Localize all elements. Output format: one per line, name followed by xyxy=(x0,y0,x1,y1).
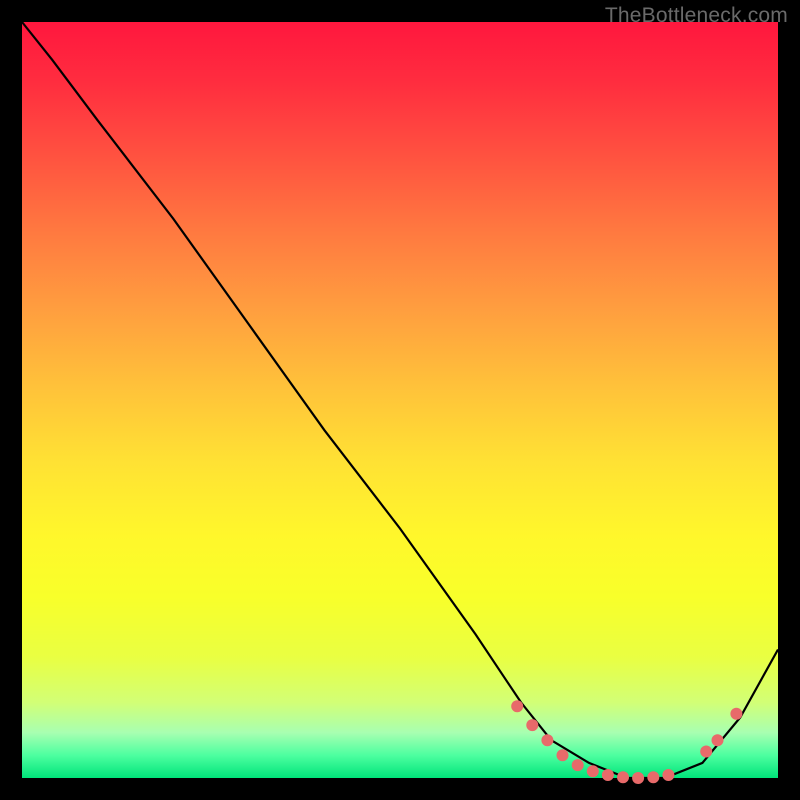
chart-frame: TheBottleneck.com xyxy=(0,0,800,800)
marker-dot xyxy=(526,719,538,731)
marker-dot xyxy=(511,700,523,712)
curve-line xyxy=(22,22,778,778)
gradient-plot-background xyxy=(22,22,778,778)
marker-dot xyxy=(557,749,569,761)
marker-dot xyxy=(602,769,614,781)
marker-dot xyxy=(662,769,674,781)
marker-dot xyxy=(632,772,644,784)
marker-dot xyxy=(700,746,712,758)
bottleneck-curve xyxy=(22,22,778,778)
optimal-range-markers xyxy=(511,700,742,784)
marker-dot xyxy=(541,734,553,746)
marker-dot xyxy=(712,734,724,746)
marker-dot xyxy=(587,765,599,777)
marker-dot xyxy=(647,771,659,783)
marker-dot xyxy=(617,771,629,783)
watermark-label: TheBottleneck.com xyxy=(605,4,788,28)
marker-dot xyxy=(730,708,742,720)
marker-dot xyxy=(572,759,584,771)
